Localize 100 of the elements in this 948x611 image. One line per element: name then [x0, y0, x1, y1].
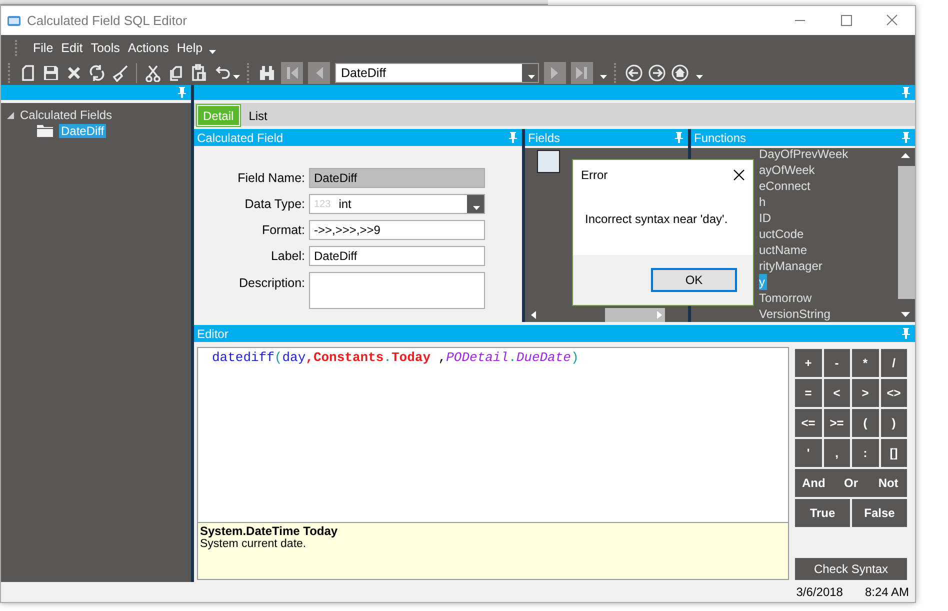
function-item[interactable]: Tomorrow	[759, 290, 848, 306]
scroll-down-icon[interactable]	[901, 312, 910, 317]
previous-record-button[interactable]	[308, 62, 330, 84]
operator-button[interactable]: <>	[880, 379, 907, 407]
paste-icon[interactable]	[190, 64, 208, 82]
menu-item[interactable]: Actions	[124, 40, 173, 54]
panel-title: Editor	[197, 326, 228, 340]
folder-icon	[37, 125, 53, 137]
menu-item[interactable]: Help	[172, 40, 207, 54]
pin-icon[interactable]	[675, 132, 683, 143]
window-title: Calculated Field SQL Editor	[27, 13, 188, 28]
dialog-title: Error	[581, 168, 608, 182]
operator-button[interactable]: []	[880, 439, 907, 467]
help-description: System current date.	[200, 538, 308, 551]
pin-icon[interactable]	[902, 132, 910, 143]
operator-button[interactable]: Not	[870, 469, 907, 497]
ok-button[interactable]: OK	[651, 268, 737, 292]
code-editor[interactable]: datediff(day,Constants.Today ,PODetail.DueDate)	[197, 347, 789, 523]
operator-button[interactable]: And	[795, 469, 832, 497]
operator-button[interactable]: <=	[795, 409, 822, 437]
help-signature: System.DateTime Today	[200, 525, 339, 538]
forward-icon[interactable]	[648, 64, 666, 82]
undo-icon[interactable]	[213, 64, 231, 82]
field-label: Label:	[270, 249, 305, 263]
first-record-button[interactable]	[281, 62, 303, 84]
pin-icon[interactable]	[509, 132, 517, 143]
function-item[interactable]: uctCode	[759, 226, 848, 242]
status-time: 8:24 AM	[864, 585, 909, 599]
function-item[interactable]: VersionString	[759, 306, 848, 322]
operator-button[interactable]: '	[795, 439, 822, 467]
record-combo[interactable]: DateDiff	[335, 62, 539, 82]
menu-item[interactable]: Edit	[57, 40, 87, 54]
function-item[interactable]: DayOfPrevWeek	[759, 148, 848, 162]
input-field[interactable]: DateDiff	[309, 246, 485, 266]
panel-title: Functions	[694, 130, 746, 144]
last-icon	[575, 66, 589, 80]
close-button[interactable]	[733, 169, 745, 181]
operator-button[interactable]: -	[824, 349, 850, 377]
operator-button[interactable]: True	[795, 499, 850, 527]
tree-item[interactable]: Calculated Fields	[20, 108, 112, 122]
scroll-thumb[interactable]	[898, 273, 915, 299]
dropdown-arrow-icon[interactable]	[528, 74, 534, 78]
function-item[interactable]: uctName	[759, 242, 848, 258]
scroll-up-icon[interactable]	[901, 153, 910, 158]
check-syntax-button[interactable]: Check Syntax	[795, 558, 907, 580]
broom-icon[interactable]	[111, 64, 129, 82]
function-item[interactable]: ID	[759, 210, 848, 226]
operator-button[interactable]: /	[880, 349, 907, 377]
scroll-thumb[interactable]	[605, 308, 665, 322]
operator-button[interactable]: False	[852, 499, 907, 527]
function-item[interactable]: eConnect	[759, 178, 848, 194]
dropdown-caret-icon[interactable]	[696, 74, 703, 78]
panel-title: Fields	[528, 130, 560, 144]
operator-button[interactable]: +	[795, 349, 822, 377]
input-field[interactable]: ->>,>>>,>>9	[309, 220, 485, 240]
scroll-thumb[interactable]	[898, 166, 915, 274]
sort-button[interactable]	[537, 150, 560, 173]
back-icon[interactable]	[625, 64, 643, 82]
last-record-button[interactable]	[571, 62, 593, 84]
dropdown-arrow-icon[interactable]	[473, 206, 480, 210]
function-item[interactable]: h	[759, 194, 848, 210]
status-date: 3/6/2018	[796, 585, 843, 599]
dropdown-caret-icon[interactable]	[208, 50, 216, 54]
refresh-icon[interactable]	[88, 64, 106, 82]
panel-title: Calculated Field	[197, 130, 284, 144]
menu-item[interactable]: Tools	[86, 40, 124, 54]
copy-icon[interactable]	[167, 64, 185, 82]
binoculars-icon[interactable]	[258, 64, 276, 82]
pin-icon[interactable]	[902, 328, 910, 339]
operator-button[interactable]: ,	[824, 439, 850, 467]
cut-icon[interactable]	[144, 64, 162, 82]
dropdown-caret-icon[interactable]	[233, 74, 240, 78]
pin-icon[interactable]	[178, 87, 186, 98]
field-label: Field Name:	[236, 171, 305, 185]
tab[interactable]: List	[244, 105, 272, 126]
operator-button[interactable]: >	[852, 379, 878, 407]
operator-button[interactable]: Or	[832, 469, 870, 497]
dialog-message: Incorrect syntax near 'day'.	[585, 212, 728, 226]
operator-button[interactable]: )	[880, 409, 907, 437]
scroll-left-icon[interactable]	[531, 311, 536, 319]
operator-button[interactable]: <	[824, 379, 850, 407]
input-field[interactable]: DateDiff	[309, 168, 485, 188]
function-item[interactable]: ayOfWeek	[759, 162, 848, 178]
next-record-button[interactable]	[544, 62, 566, 84]
operator-button[interactable]: >=	[824, 409, 850, 437]
save-icon[interactable]	[42, 64, 60, 82]
new-document-icon[interactable]	[19, 64, 37, 82]
app-icon	[7, 14, 21, 26]
operator-button[interactable]: :	[852, 439, 878, 467]
home-icon[interactable]	[671, 64, 689, 82]
operator-button[interactable]: (	[852, 409, 878, 437]
function-item[interactable]: rityManager	[759, 258, 848, 274]
expanded-arrow-icon[interactable]	[7, 112, 14, 118]
field-label: Data Type:	[244, 197, 305, 211]
menu-item[interactable]: File	[29, 40, 58, 54]
dropdown-caret-icon[interactable]	[600, 74, 607, 78]
operator-button[interactable]: *	[852, 349, 878, 377]
first-icon	[285, 66, 299, 80]
pin-icon[interactable]	[902, 87, 910, 98]
operator-button[interactable]: =	[795, 379, 822, 407]
